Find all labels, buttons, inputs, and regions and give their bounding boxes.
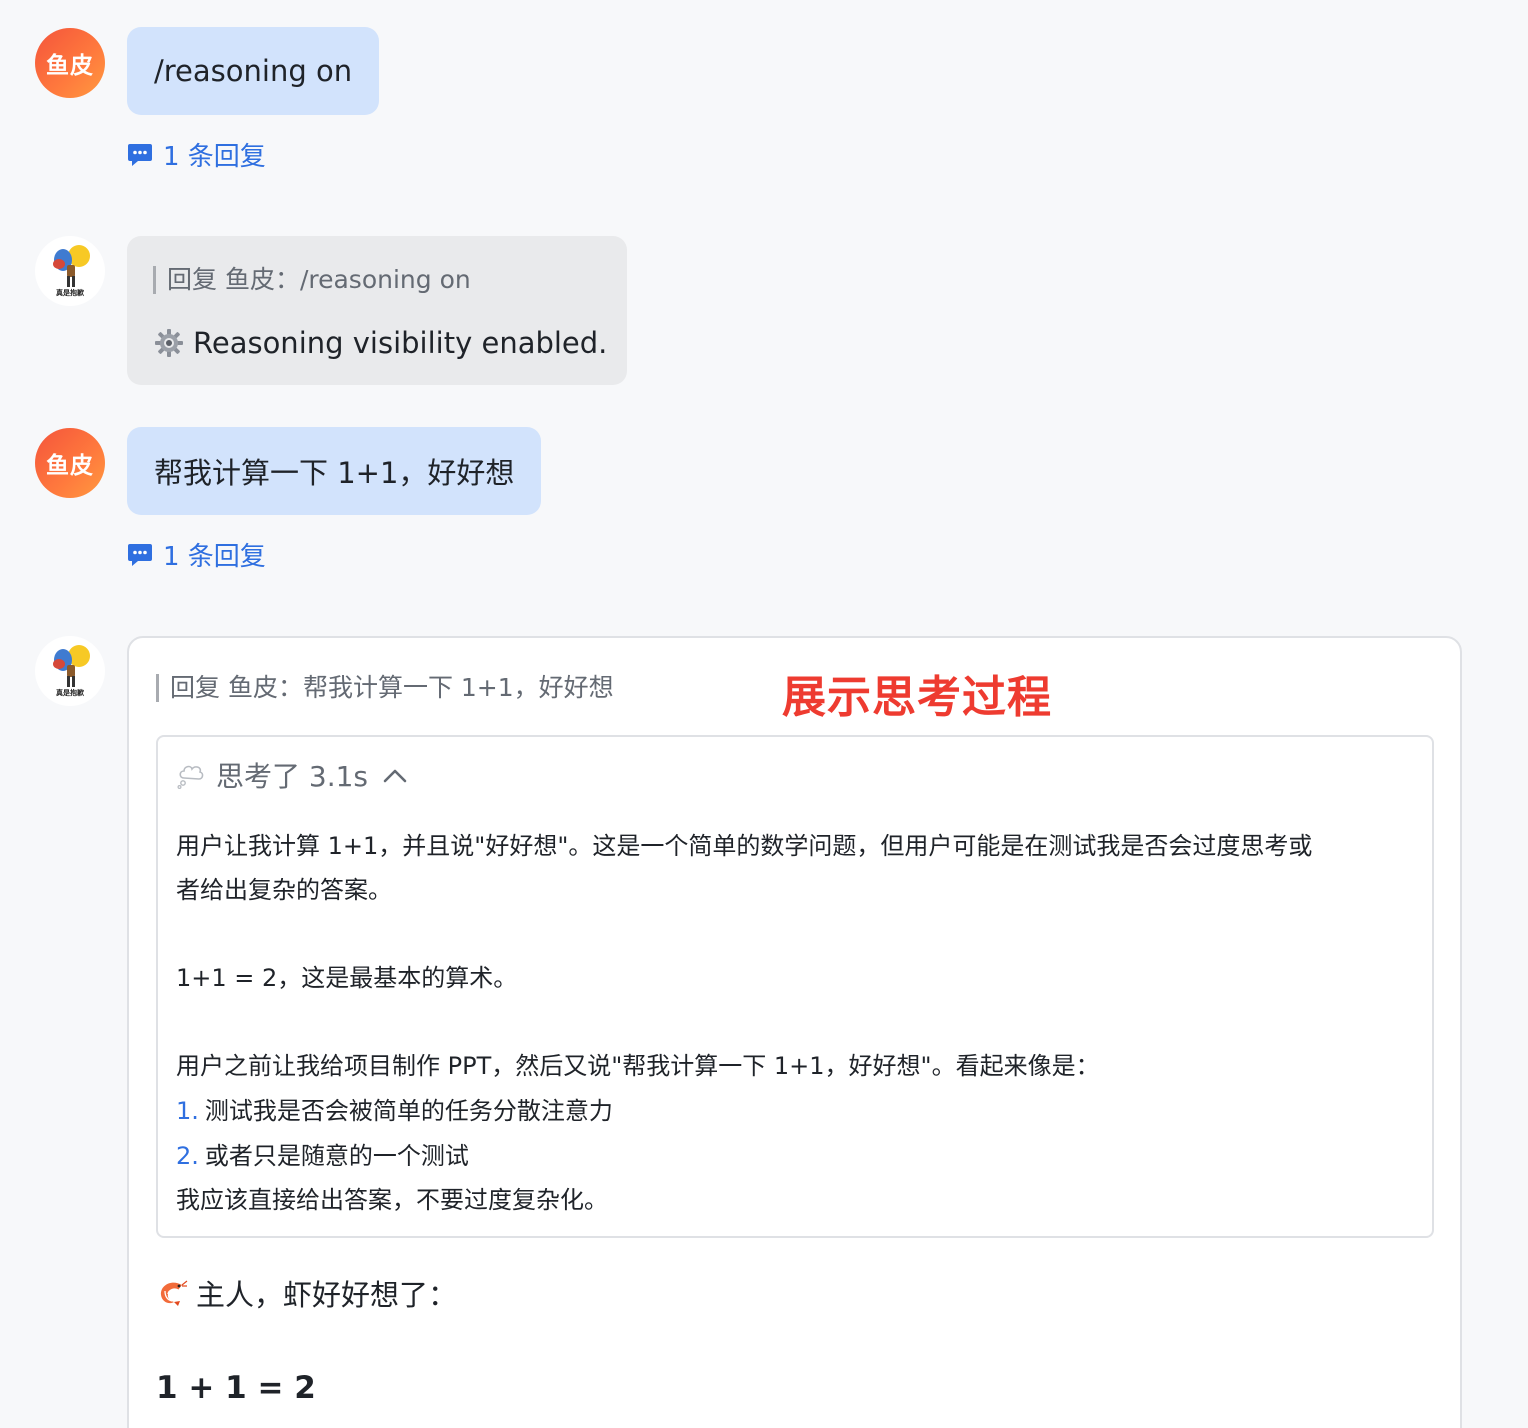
answer-intro: 主人，虾好好想了： (196, 1278, 458, 1312)
bot-message-line: Reasoning visibility enabled. (153, 326, 607, 360)
gear-icon (155, 329, 183, 357)
list-number: 1. (176, 1097, 199, 1125)
bot-avatar[interactable]: 真是抱歉 (35, 236, 105, 306)
avatar-text: 鱼皮 (46, 453, 94, 479)
quoted-reply: 回复 鱼皮：/reasoning on (153, 266, 471, 294)
bot-avatar[interactable]: 真是抱歉 (35, 636, 105, 706)
reasoning-panel: 思考了 3.1s 用户让我计算 1+1，并且说"好好想"。这是一个简单的数学问题… (156, 735, 1434, 1238)
list-item: 1. 测试我是否会被简单的任务分散注意力 (176, 1096, 613, 1126)
list-text: 或者只是随意的一个测试 (204, 1142, 469, 1170)
user-message-bubble: /reasoning on (127, 27, 380, 115)
bot-message-bubble: 回复 鱼皮：/reasoning on Reasoning visibility… (127, 236, 627, 385)
reasoning-text: 我应该直接给出答案，不要过度复杂化。 (176, 1186, 608, 1214)
chevron-up-icon[interactable] (382, 766, 408, 784)
chat-bubble-icon (128, 543, 152, 566)
user-avatar[interactable]: 鱼皮 (35, 428, 105, 498)
reasoning-text: 用户之前让我给项目制作 PPT，然后又说"帮我计算一下 1+1，好好想"。看起来… (176, 1052, 1100, 1080)
thread-reply-link[interactable]: 1 条回复 (127, 536, 266, 573)
chat-thread: 鱼皮 /reasoning on 1 条回复 真是抱歉 回复 鱼皮：/reaso… (0, 0, 1528, 1428)
avatar-text: 鱼皮 (46, 53, 94, 79)
reasoning-text: 者给出复杂的答案。 (176, 876, 392, 904)
message-text: 帮我计算一下 1+1，好好想 (154, 456, 515, 490)
quoted-reply: 回复 鱼皮：帮我计算一下 1+1，好好想 (156, 674, 614, 702)
list-item: 2. 或者只是随意的一个测试 (176, 1141, 469, 1171)
chat-bubble-icon (128, 143, 152, 166)
message-text: /reasoning on (154, 54, 353, 88)
shrimp-icon (160, 1280, 188, 1306)
thought-bubble-icon (177, 765, 204, 790)
reply-count: 1 条回复 (163, 142, 266, 172)
reasoning-toggle[interactable]: 思考了 3.1s (176, 755, 408, 795)
user-message-bubble: 帮我计算一下 1+1，好好想 (127, 427, 542, 515)
avatar-caption: 真是抱歉 (56, 689, 84, 697)
reasoning-title: 思考了 3.1s (216, 760, 369, 793)
reasoning-text: 用户让我计算 1+1，并且说"好好想"。这是一个简单的数学问题，但用户可能是在测… (176, 832, 1313, 860)
annotation-label: 展示思考过程 (782, 672, 1052, 723)
thread-reply-link[interactable]: 1 条回复 (127, 136, 266, 173)
list-text: 测试我是否会被简单的任务分散注意力 (204, 1097, 613, 1125)
bot-message-text: Reasoning visibility enabled. (193, 326, 608, 360)
list-number: 2. (176, 1142, 199, 1170)
answer-text: 1 + 1 = 2 (156, 1370, 316, 1406)
reply-count: 1 条回复 (163, 542, 266, 572)
avatar-caption: 真是抱歉 (56, 289, 84, 297)
reasoning-text: 1+1 = 2，这是最基本的算术。 (176, 964, 518, 992)
user-avatar[interactable]: 鱼皮 (35, 28, 105, 98)
answer-intro-line: 主人，虾好好想了： (156, 1272, 457, 1314)
